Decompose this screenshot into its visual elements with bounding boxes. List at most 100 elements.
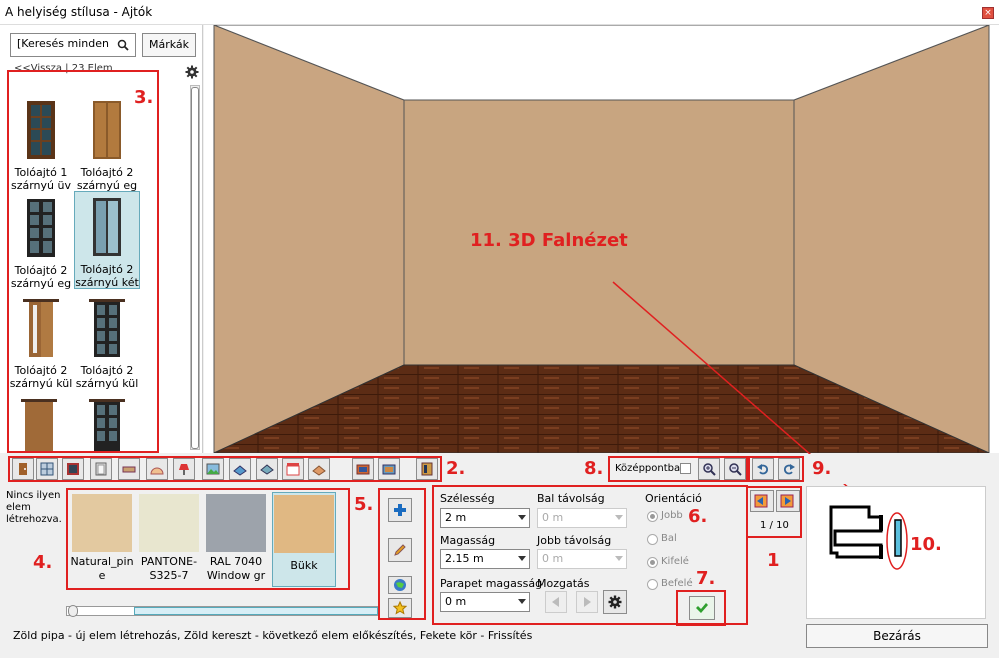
move-right-button[interactable] [576, 591, 598, 613]
arrow-left-icon [552, 597, 559, 607]
catalog-item[interactable]: Tolóajtó 1 szárnyú üv [8, 95, 74, 193]
door-thumbnail-icon [89, 399, 125, 451]
star-icon [393, 601, 407, 615]
catalog-item[interactable]: Tolóajtó 2 szárnyú kül [74, 293, 140, 391]
material-swatch-selected[interactable]: Bükk [272, 492, 336, 587]
wood-texture [274, 495, 334, 553]
item-label-2: szárnyú kül [75, 377, 139, 390]
zoom-out-icon [729, 463, 742, 476]
annotation-4: 4. [33, 552, 53, 573]
search-icon[interactable] [116, 38, 130, 52]
move-left-button[interactable] [545, 591, 567, 613]
furniture-button[interactable] [352, 458, 374, 480]
arrow-left-icon [754, 494, 768, 508]
previous-button[interactable] [750, 490, 774, 512]
redo-icon [783, 464, 795, 475]
3d-wall-view[interactable]: 11. 3D Falnézet [204, 24, 999, 454]
center-checkbox[interactable] [680, 463, 691, 474]
door-type-button[interactable] [12, 458, 34, 480]
glass-door-button[interactable] [62, 458, 84, 480]
item-label-1: Tolóajtó 1 [14, 166, 68, 179]
web-material-button[interactable] [388, 576, 412, 594]
refresh-button[interactable] [603, 590, 627, 614]
radio-in[interactable] [647, 579, 658, 590]
catalog-item[interactable]: Tolóajtó 2 szárnyú eg [74, 95, 140, 193]
height-label: Magasság [440, 534, 496, 547]
radio-out-label: Kifelé [661, 556, 689, 567]
frame-icon [95, 462, 107, 476]
item-label-2: szárnyú üv [10, 179, 71, 192]
catalog-item[interactable]: Tolóajtó 2 szárnyú eg [8, 193, 74, 291]
annotation-8: 8. [584, 458, 604, 479]
radio-out[interactable] [647, 557, 658, 568]
right-distance-select[interactable]: 0 m [537, 549, 627, 569]
width-select[interactable]: 2 m [440, 508, 530, 528]
catalog-item-selected[interactable]: Tolóajtó 2 szárnyú két [74, 191, 140, 289]
close-button[interactable]: Bezárás [806, 624, 988, 648]
door-thumbnail-icon [27, 101, 55, 159]
rug-icon [312, 465, 326, 476]
door-icon [19, 463, 27, 475]
blind-button[interactable] [229, 458, 251, 480]
zoom-out-button[interactable] [724, 458, 746, 480]
window-type-button[interactable] [36, 458, 58, 480]
glass-door-icon [67, 463, 79, 475]
curtain-button[interactable] [282, 458, 304, 480]
item-label-2: szárnyú eg [10, 277, 72, 290]
radio-left[interactable] [647, 534, 658, 545]
annotation-10: 10. [910, 534, 942, 555]
item-label-1: Tolóajtó 2 [14, 364, 68, 377]
rug-button[interactable] [308, 458, 330, 480]
lamp-button[interactable] [173, 458, 195, 480]
zoom-in-button[interactable] [698, 458, 720, 480]
next-button[interactable] [776, 490, 800, 512]
picture-button[interactable] [202, 458, 224, 480]
height-select[interactable]: 2.15 m [440, 549, 530, 569]
arrow-right-icon [780, 494, 794, 508]
radio-right[interactable] [647, 511, 658, 522]
center-label: Középpontba [615, 463, 681, 474]
material-swatch[interactable]: PANTONE- S325-7 [137, 492, 201, 584]
annotation-11: 11. 3D Falnézet [470, 230, 628, 251]
undo-button[interactable] [752, 458, 774, 480]
kitchen-icon [382, 464, 396, 475]
frame-button[interactable] [90, 458, 112, 480]
gear-icon[interactable] [185, 65, 199, 79]
door-thumbnail-icon [23, 299, 59, 357]
picture-icon [206, 463, 220, 475]
parapet-label: Parapet magasság [440, 577, 543, 590]
arch-button[interactable] [146, 458, 168, 480]
zoom-in-icon [703, 463, 716, 476]
scroll-left-handle[interactable] [68, 605, 78, 617]
arch-icon [150, 467, 164, 475]
wardrobe-button[interactable] [416, 458, 438, 480]
catalog-scroll-thumb[interactable] [191, 87, 199, 449]
material-swatch[interactable]: RAL 7040 Window gr [204, 492, 268, 584]
left-distance-select[interactable]: 0 m [537, 508, 627, 528]
confirm-button[interactable] [689, 596, 715, 620]
right-distance-label: Jobb távolság [537, 534, 612, 547]
materials-scroll-thumb[interactable] [134, 607, 378, 615]
undo-icon [757, 464, 769, 475]
floorplan-preview: 10. [806, 486, 986, 619]
paint-color [139, 494, 199, 552]
radio-right-label: Jobb [661, 510, 683, 521]
item-label-1: Tolóajtó 2 [80, 364, 134, 377]
item-label-1: Tolóajtó 2 [14, 264, 68, 277]
kitchen-button[interactable] [378, 458, 400, 480]
redo-button[interactable] [778, 458, 800, 480]
material-swatch[interactable]: Natural_pin e [70, 492, 134, 584]
catalog-item[interactable]: Tolóajtó 2 szárnyú kül [8, 293, 74, 391]
empty-message: Nincs ilyen elem létrehozva. [6, 490, 62, 525]
shutter-button[interactable] [256, 458, 278, 480]
favorite-material-button[interactable] [388, 598, 412, 618]
radio-left-label: Bal [661, 533, 677, 544]
add-material-button[interactable] [388, 498, 412, 522]
parapet-select[interactable]: 0 m [440, 592, 530, 612]
edit-material-button[interactable] [388, 538, 412, 562]
close-icon[interactable]: × [982, 7, 994, 19]
sill-button[interactable] [118, 458, 140, 480]
door-thumbnail-icon [21, 399, 57, 451]
width-label: Szélesség [440, 492, 495, 505]
brands-button[interactable]: Márkák [142, 33, 196, 57]
